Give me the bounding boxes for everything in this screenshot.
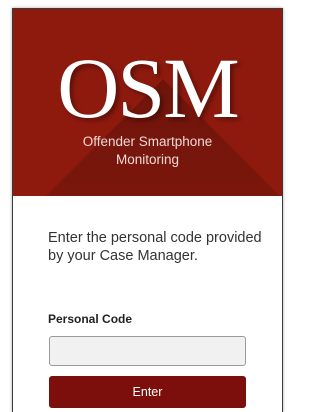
login-form: Enter the personal code provided by your… bbox=[13, 196, 282, 412]
logo-subtitle-line2: Monitoring bbox=[115, 152, 180, 167]
personal-code-input[interactable] bbox=[49, 336, 246, 366]
instructions-text: Enter the personal code provided by your… bbox=[48, 230, 262, 264]
logo-subtitle-line1: Offender Smartphone bbox=[82, 134, 213, 149]
enter-button[interactable]: Enter bbox=[49, 376, 246, 408]
app-window: OSM Offender Smartphone Monitoring Enter… bbox=[12, 8, 283, 412]
personal-code-label: Personal Code bbox=[48, 312, 133, 326]
logo: OSM bbox=[57, 40, 239, 136]
brand-header: OSM Offender Smartphone Monitoring bbox=[13, 9, 282, 196]
